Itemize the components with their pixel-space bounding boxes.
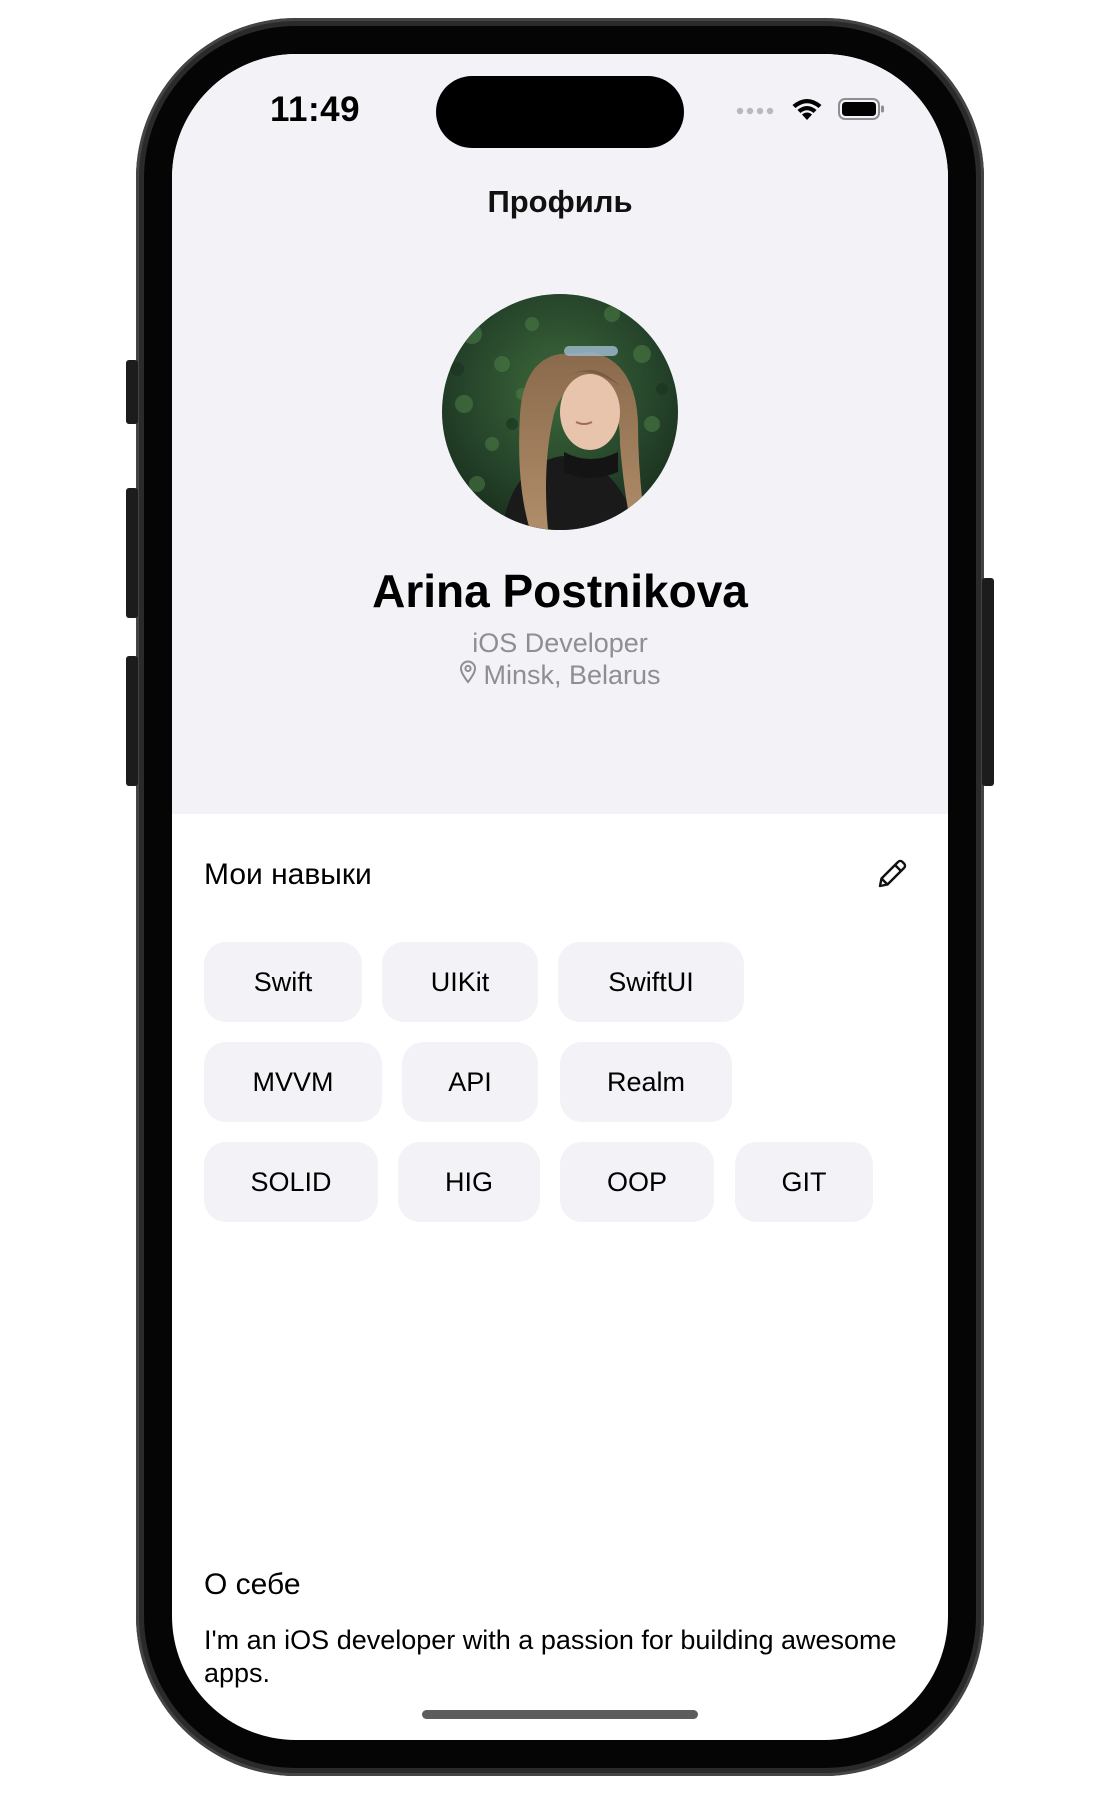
avatar[interactable] (442, 294, 678, 530)
volume-down-button (126, 656, 138, 786)
skill-chip[interactable]: API (402, 1042, 538, 1122)
wifi-icon (790, 96, 824, 127)
volume-up-button (126, 488, 138, 618)
skill-chip[interactable]: GIT (735, 1142, 873, 1222)
about-title: О себе (204, 1568, 301, 1601)
power-button (982, 578, 994, 786)
skill-chip[interactable]: UIKit (382, 942, 538, 1022)
profile-name: Arina Postnikova (372, 565, 748, 617)
home-indicator[interactable] (422, 1710, 698, 1719)
screen: 11:49 Профиль Arina Postnikova iOS Devel… (172, 54, 948, 1740)
pencil-icon (874, 856, 910, 897)
edit-skills-button[interactable] (870, 854, 914, 898)
profile-location: Minsk, Belarus (172, 660, 948, 691)
profile-role: iOS Developer (472, 628, 648, 658)
skill-chip[interactable]: OOP (560, 1142, 714, 1222)
dynamic-island (436, 76, 684, 148)
skill-chip[interactable]: MVVM (204, 1042, 382, 1122)
device-mockup: 11:49 Профиль Arina Postnikova iOS Devel… (0, 0, 1120, 1794)
about-text: I'm an iOS developer with a passion for … (204, 1625, 897, 1688)
skill-chip[interactable]: Realm (560, 1042, 732, 1122)
map-pin-icon (459, 660, 477, 691)
skill-chip[interactable]: SOLID (204, 1142, 378, 1222)
status-time: 11:49 (270, 90, 361, 129)
signal-dots-icon (736, 103, 776, 121)
skill-chip[interactable]: HIG (398, 1142, 540, 1222)
skill-chip[interactable]: SwiftUI (558, 942, 744, 1022)
location-label: Minsk, Belarus (483, 660, 661, 690)
status-icons (736, 96, 886, 127)
action-button (126, 360, 138, 424)
battery-icon (838, 97, 886, 126)
skill-chip[interactable]: Swift (204, 942, 362, 1022)
profile-header: 11:49 Профиль Arina Postnikova iOS Devel… (172, 54, 948, 814)
skills-title: Мои навыки (204, 858, 372, 891)
page-title: Профиль (487, 184, 633, 219)
